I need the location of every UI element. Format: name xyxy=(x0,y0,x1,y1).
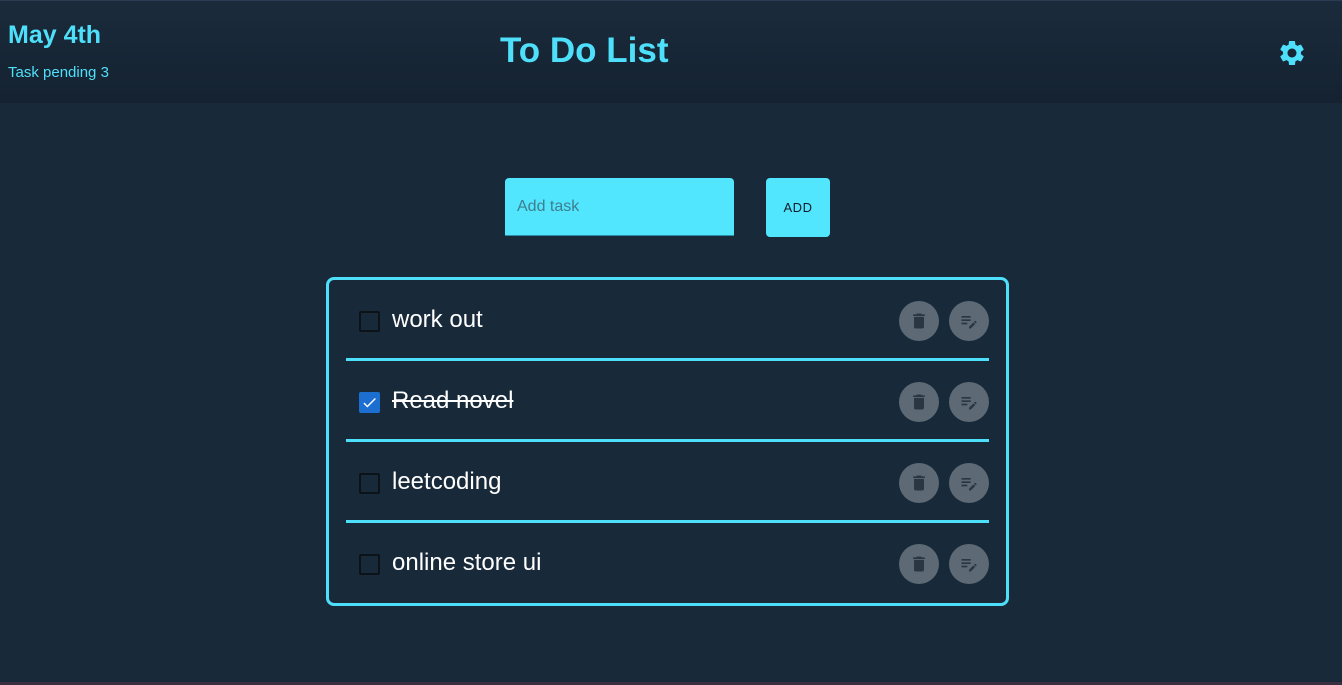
delete-button[interactable] xyxy=(899,544,939,584)
delete-button[interactable] xyxy=(899,382,939,422)
edit-button[interactable] xyxy=(949,382,989,422)
gear-icon xyxy=(1280,41,1304,65)
delete-button[interactable] xyxy=(899,301,939,341)
task-checkbox[interactable] xyxy=(359,473,380,494)
task-label: Read novel xyxy=(392,387,514,414)
delete-button[interactable] xyxy=(899,463,939,503)
settings-button[interactable] xyxy=(1275,36,1309,70)
add-button[interactable]: ADD xyxy=(766,178,830,237)
list-item: online store ui xyxy=(346,525,989,603)
pending-count: Task pending 3 xyxy=(8,64,109,81)
task-list: work out Read novel leetcoding online st… xyxy=(326,277,1009,606)
todo-app: May 4th Task pending 3 To Do List ADD wo… xyxy=(0,0,1342,685)
divider xyxy=(346,439,989,442)
task-label: online store ui xyxy=(392,549,542,576)
task-checkbox[interactable] xyxy=(359,311,380,332)
page-title: To Do List xyxy=(500,31,669,70)
checkmark-icon xyxy=(363,397,376,408)
task-checkbox[interactable] xyxy=(359,554,380,575)
edit-note-icon xyxy=(961,397,977,410)
header: May 4th Task pending 3 To Do List xyxy=(0,0,1342,103)
trash-icon xyxy=(913,556,925,572)
edit-button[interactable] xyxy=(949,301,989,341)
edit-note-icon xyxy=(961,478,977,491)
edit-button[interactable] xyxy=(949,544,989,584)
divider xyxy=(346,520,989,523)
task-label: leetcoding xyxy=(392,468,502,495)
trash-icon xyxy=(913,394,925,410)
list-item: leetcoding xyxy=(346,444,989,522)
task-label: work out xyxy=(392,306,483,333)
edit-note-icon xyxy=(961,559,977,572)
list-item: work out xyxy=(346,282,989,360)
task-checkbox[interactable] xyxy=(359,392,380,413)
divider xyxy=(346,358,989,361)
edit-note-icon xyxy=(961,316,977,329)
trash-icon xyxy=(913,313,925,329)
add-task-input[interactable] xyxy=(505,178,734,236)
list-item: Read novel xyxy=(346,363,989,441)
current-date: May 4th xyxy=(8,21,102,49)
trash-icon xyxy=(913,475,925,491)
edit-button[interactable] xyxy=(949,463,989,503)
